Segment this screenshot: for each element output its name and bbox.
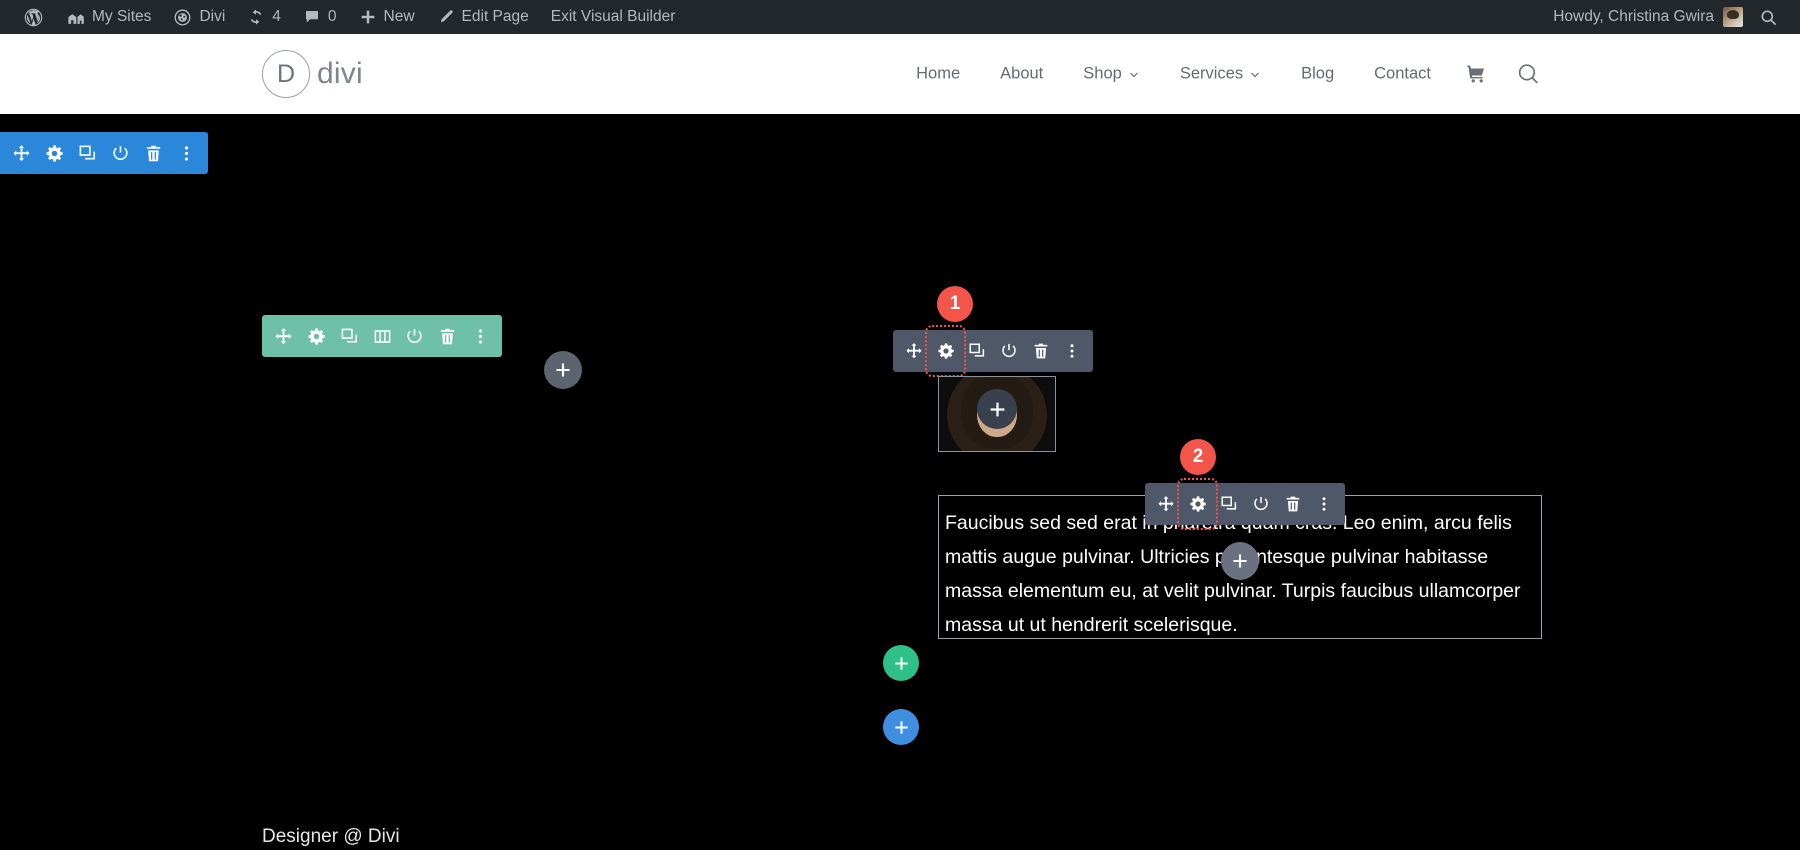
wordpress-icon [23, 7, 44, 28]
image-module-toolbar[interactable] [893, 330, 1093, 372]
comments-icon [303, 8, 321, 26]
nav-item-about[interactable]: About [980, 65, 1063, 84]
plus-icon [893, 719, 910, 736]
comments-count: 0 [328, 8, 337, 26]
nav-item-home[interactable]: Home [896, 65, 980, 84]
my-sites-icon [66, 8, 85, 27]
search-icon [1516, 62, 1541, 87]
annotation-badge-2: 2 [1180, 439, 1216, 475]
nav-label: Contact [1374, 65, 1431, 84]
columns-icon[interactable] [366, 315, 399, 357]
divi-logo-text: divi [317, 57, 363, 91]
delete-trash-icon[interactable] [1277, 483, 1309, 525]
site-logo[interactable]: D divi [262, 50, 363, 98]
updates-count: 4 [272, 8, 281, 26]
nav-item-shop[interactable]: Shop [1063, 65, 1160, 84]
save-to-library-icon[interactable] [993, 330, 1025, 372]
nav-label: Blog [1301, 65, 1334, 84]
row-toolbar[interactable] [262, 315, 502, 357]
howdy-greeting[interactable]: Howdy, Christina Gwira [1553, 8, 1723, 26]
nav-label: About [1000, 65, 1043, 84]
move-icon[interactable] [5, 132, 38, 174]
admin-bar-edit-page[interactable]: Edit Page [426, 0, 540, 34]
admin-bar-divi[interactable]: Divi [162, 0, 236, 34]
main-navigation: Home About Shop Services Blog Co [896, 62, 1555, 87]
new-label: New [384, 8, 415, 26]
admin-bar-exit-visual-builder[interactable]: Exit Visual Builder [540, 0, 687, 34]
search-icon [1759, 8, 1778, 27]
plus-icon [988, 400, 1007, 419]
duplicate-icon[interactable] [333, 315, 366, 357]
save-to-library-icon[interactable] [1245, 483, 1277, 525]
annotation-badge-1: 1 [937, 286, 973, 322]
plus-icon [554, 361, 572, 379]
header-search-button[interactable] [1502, 62, 1555, 87]
duplicate-icon[interactable] [961, 330, 993, 372]
delete-trash-icon[interactable] [137, 132, 170, 174]
add-row-button[interactable] [544, 351, 582, 389]
duplicate-icon[interactable] [1213, 483, 1245, 525]
chevron-down-icon [1249, 68, 1261, 80]
settings-gear-icon[interactable] [930, 330, 962, 372]
settings-gear-icon[interactable] [1182, 483, 1214, 525]
pencil-icon [437, 8, 455, 26]
move-icon[interactable] [898, 330, 930, 372]
admin-bar-new[interactable]: New [348, 0, 426, 34]
cart-button[interactable] [1451, 63, 1502, 86]
updates-icon [247, 8, 265, 26]
site-header: D divi Home About Shop Services [0, 34, 1800, 114]
chevron-down-icon [1128, 68, 1140, 80]
section-toolbar[interactable] [0, 132, 208, 174]
divi-label: Divi [199, 8, 225, 26]
nav-label: Shop [1083, 65, 1122, 84]
move-icon[interactable] [1150, 483, 1182, 525]
admin-bar-wordpress-logo[interactable] [12, 0, 55, 34]
divi-logo-mark: D [262, 50, 310, 98]
text-module-add-button[interactable] [1221, 542, 1259, 580]
cart-icon [1465, 63, 1488, 86]
settings-gear-icon[interactable] [300, 315, 333, 357]
duplicate-icon[interactable] [71, 132, 104, 174]
delete-trash-icon[interactable] [431, 315, 464, 357]
admin-bar-left-group: My Sites Divi [0, 0, 686, 34]
more-options-icon[interactable] [170, 132, 203, 174]
delete-trash-icon[interactable] [1025, 330, 1057, 372]
admin-bar-comments[interactable]: 0 [292, 0, 348, 34]
builder-screen: My Sites Divi [0, 0, 1800, 850]
plus-icon [893, 655, 910, 672]
nav-item-services[interactable]: Services [1160, 65, 1281, 84]
more-options-icon[interactable] [1056, 330, 1088, 372]
admin-bar-right-group: Howdy, Christina Gwira [1553, 0, 1800, 34]
add-section-blue-button[interactable] [883, 709, 919, 745]
move-icon[interactable] [267, 315, 300, 357]
settings-gear-icon[interactable] [38, 132, 71, 174]
admin-bar-my-sites[interactable]: My Sites [55, 0, 162, 34]
save-to-library-icon[interactable] [398, 315, 431, 357]
avatar[interactable] [1723, 7, 1743, 27]
admin-bar-updates[interactable]: 4 [236, 0, 292, 34]
nav-item-contact[interactable]: Contact [1354, 65, 1451, 84]
wp-admin-bar: My Sites Divi [0, 0, 1800, 34]
nav-item-blog[interactable]: Blog [1281, 65, 1354, 84]
exit-visual-builder-label: Exit Visual Builder [551, 8, 676, 26]
more-options-icon[interactable] [1308, 483, 1340, 525]
image-module-add-button[interactable] [977, 389, 1017, 429]
edit-page-label: Edit Page [462, 8, 529, 26]
admin-bar-search-button[interactable] [1743, 8, 1790, 27]
nav-label: Home [916, 65, 960, 84]
hero-subtitle: Designer @ Divi [262, 826, 400, 848]
visual-builder-canvas: 1 [0, 114, 1800, 850]
divi-icon [173, 8, 192, 27]
more-options-icon[interactable] [464, 315, 497, 357]
plus-icon [1231, 552, 1249, 570]
add-row-green-button[interactable] [883, 645, 919, 681]
plus-icon [359, 8, 377, 26]
save-to-library-icon[interactable] [104, 132, 137, 174]
my-sites-label: My Sites [92, 8, 151, 26]
nav-label: Services [1180, 65, 1243, 84]
text-module-toolbar[interactable] [1145, 483, 1345, 525]
